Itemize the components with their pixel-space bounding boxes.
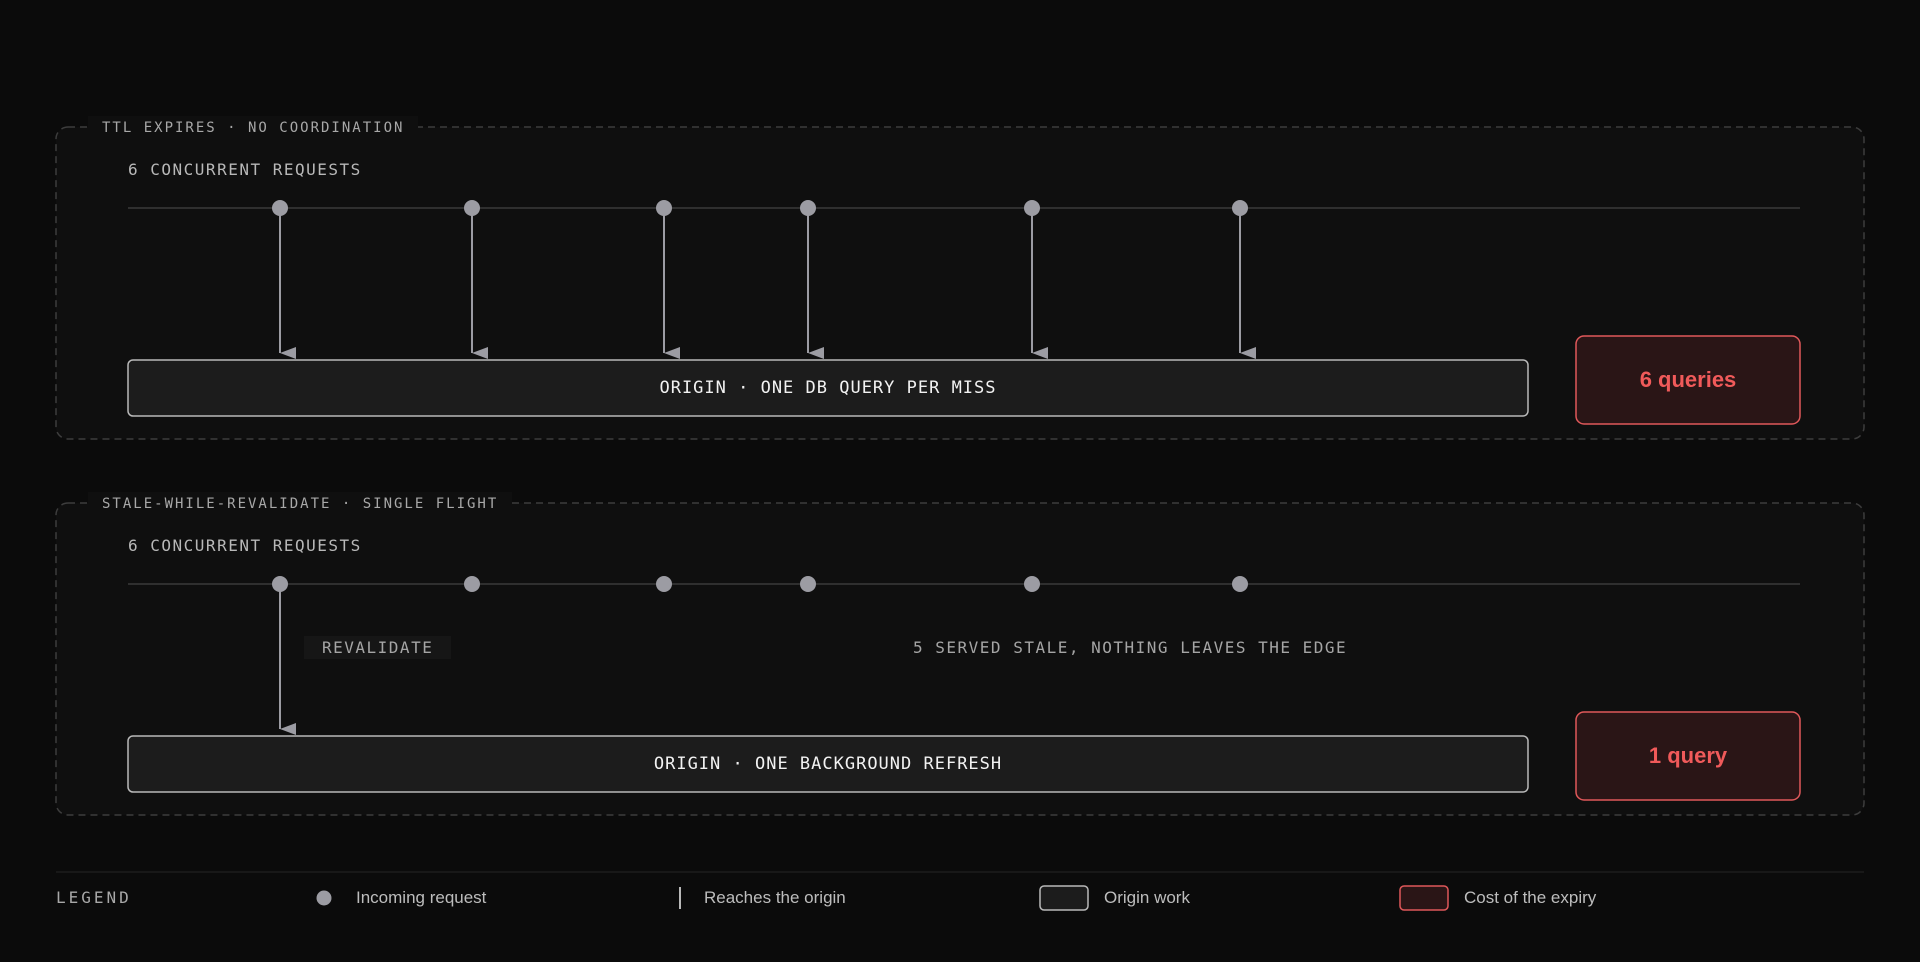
request-dot-3 (656, 576, 672, 592)
panel-swr-requests-label: 6 CONCURRENT REQUESTS (128, 536, 362, 555)
legend-item-request-label: Incoming request (356, 888, 487, 907)
revalidate-tag: REVALIDATE (304, 636, 452, 659)
cost-box-icon (1399, 885, 1449, 911)
request-dot-6 (1232, 200, 1248, 216)
request-dot-4 (800, 576, 816, 592)
request-dot-2 (464, 576, 480, 592)
legend-title: LEGEND (56, 888, 132, 907)
request-dot-6 (1232, 576, 1248, 592)
panel-ttl-cost-label: 6 queries (1639, 367, 1737, 392)
request-dot-5 (1024, 576, 1040, 592)
panel-ttl-requests-label: 6 CONCURRENT REQUESTS (128, 160, 362, 179)
legend-item-origin-work-label: Origin work (1104, 888, 1190, 907)
request-dot-1 (272, 576, 288, 592)
panel-swr-title: STALE-WHILE-REVALIDATE · SINGLE FLIGHT (88, 492, 513, 516)
panel-swr-origin-label: ORIGIN · ONE BACKGROUND REFRESH (653, 754, 1003, 774)
request-dot-icon (316, 890, 332, 906)
legend-item-origin-line-label: Reaches the origin (704, 888, 846, 907)
panel-ttl-title: TTL EXPIRES · NO COORDINATION (88, 116, 419, 140)
request-dot-4 (800, 200, 816, 216)
legend-item-cost-label: Cost of the expiry (1464, 888, 1597, 907)
diagram-stage: TTL EXPIRES · NO COORDINATION 6 CONCURRE… (0, 0, 1920, 962)
request-dot-3 (656, 200, 672, 216)
panel-ttl-origin-label: ORIGIN · ONE DB QUERY PER MISS (659, 378, 997, 398)
stale-note: 5 SERVED STALE, NOTHING LEAVES THE EDGE (913, 638, 1348, 657)
origin-box-icon (1039, 885, 1089, 911)
diagram-canvas (55, 126, 1865, 911)
request-dot-5 (1024, 200, 1040, 216)
request-dot-1 (272, 200, 288, 216)
panel-swr-cost-label: 1 query (1648, 743, 1728, 768)
request-dot-2 (464, 200, 480, 216)
